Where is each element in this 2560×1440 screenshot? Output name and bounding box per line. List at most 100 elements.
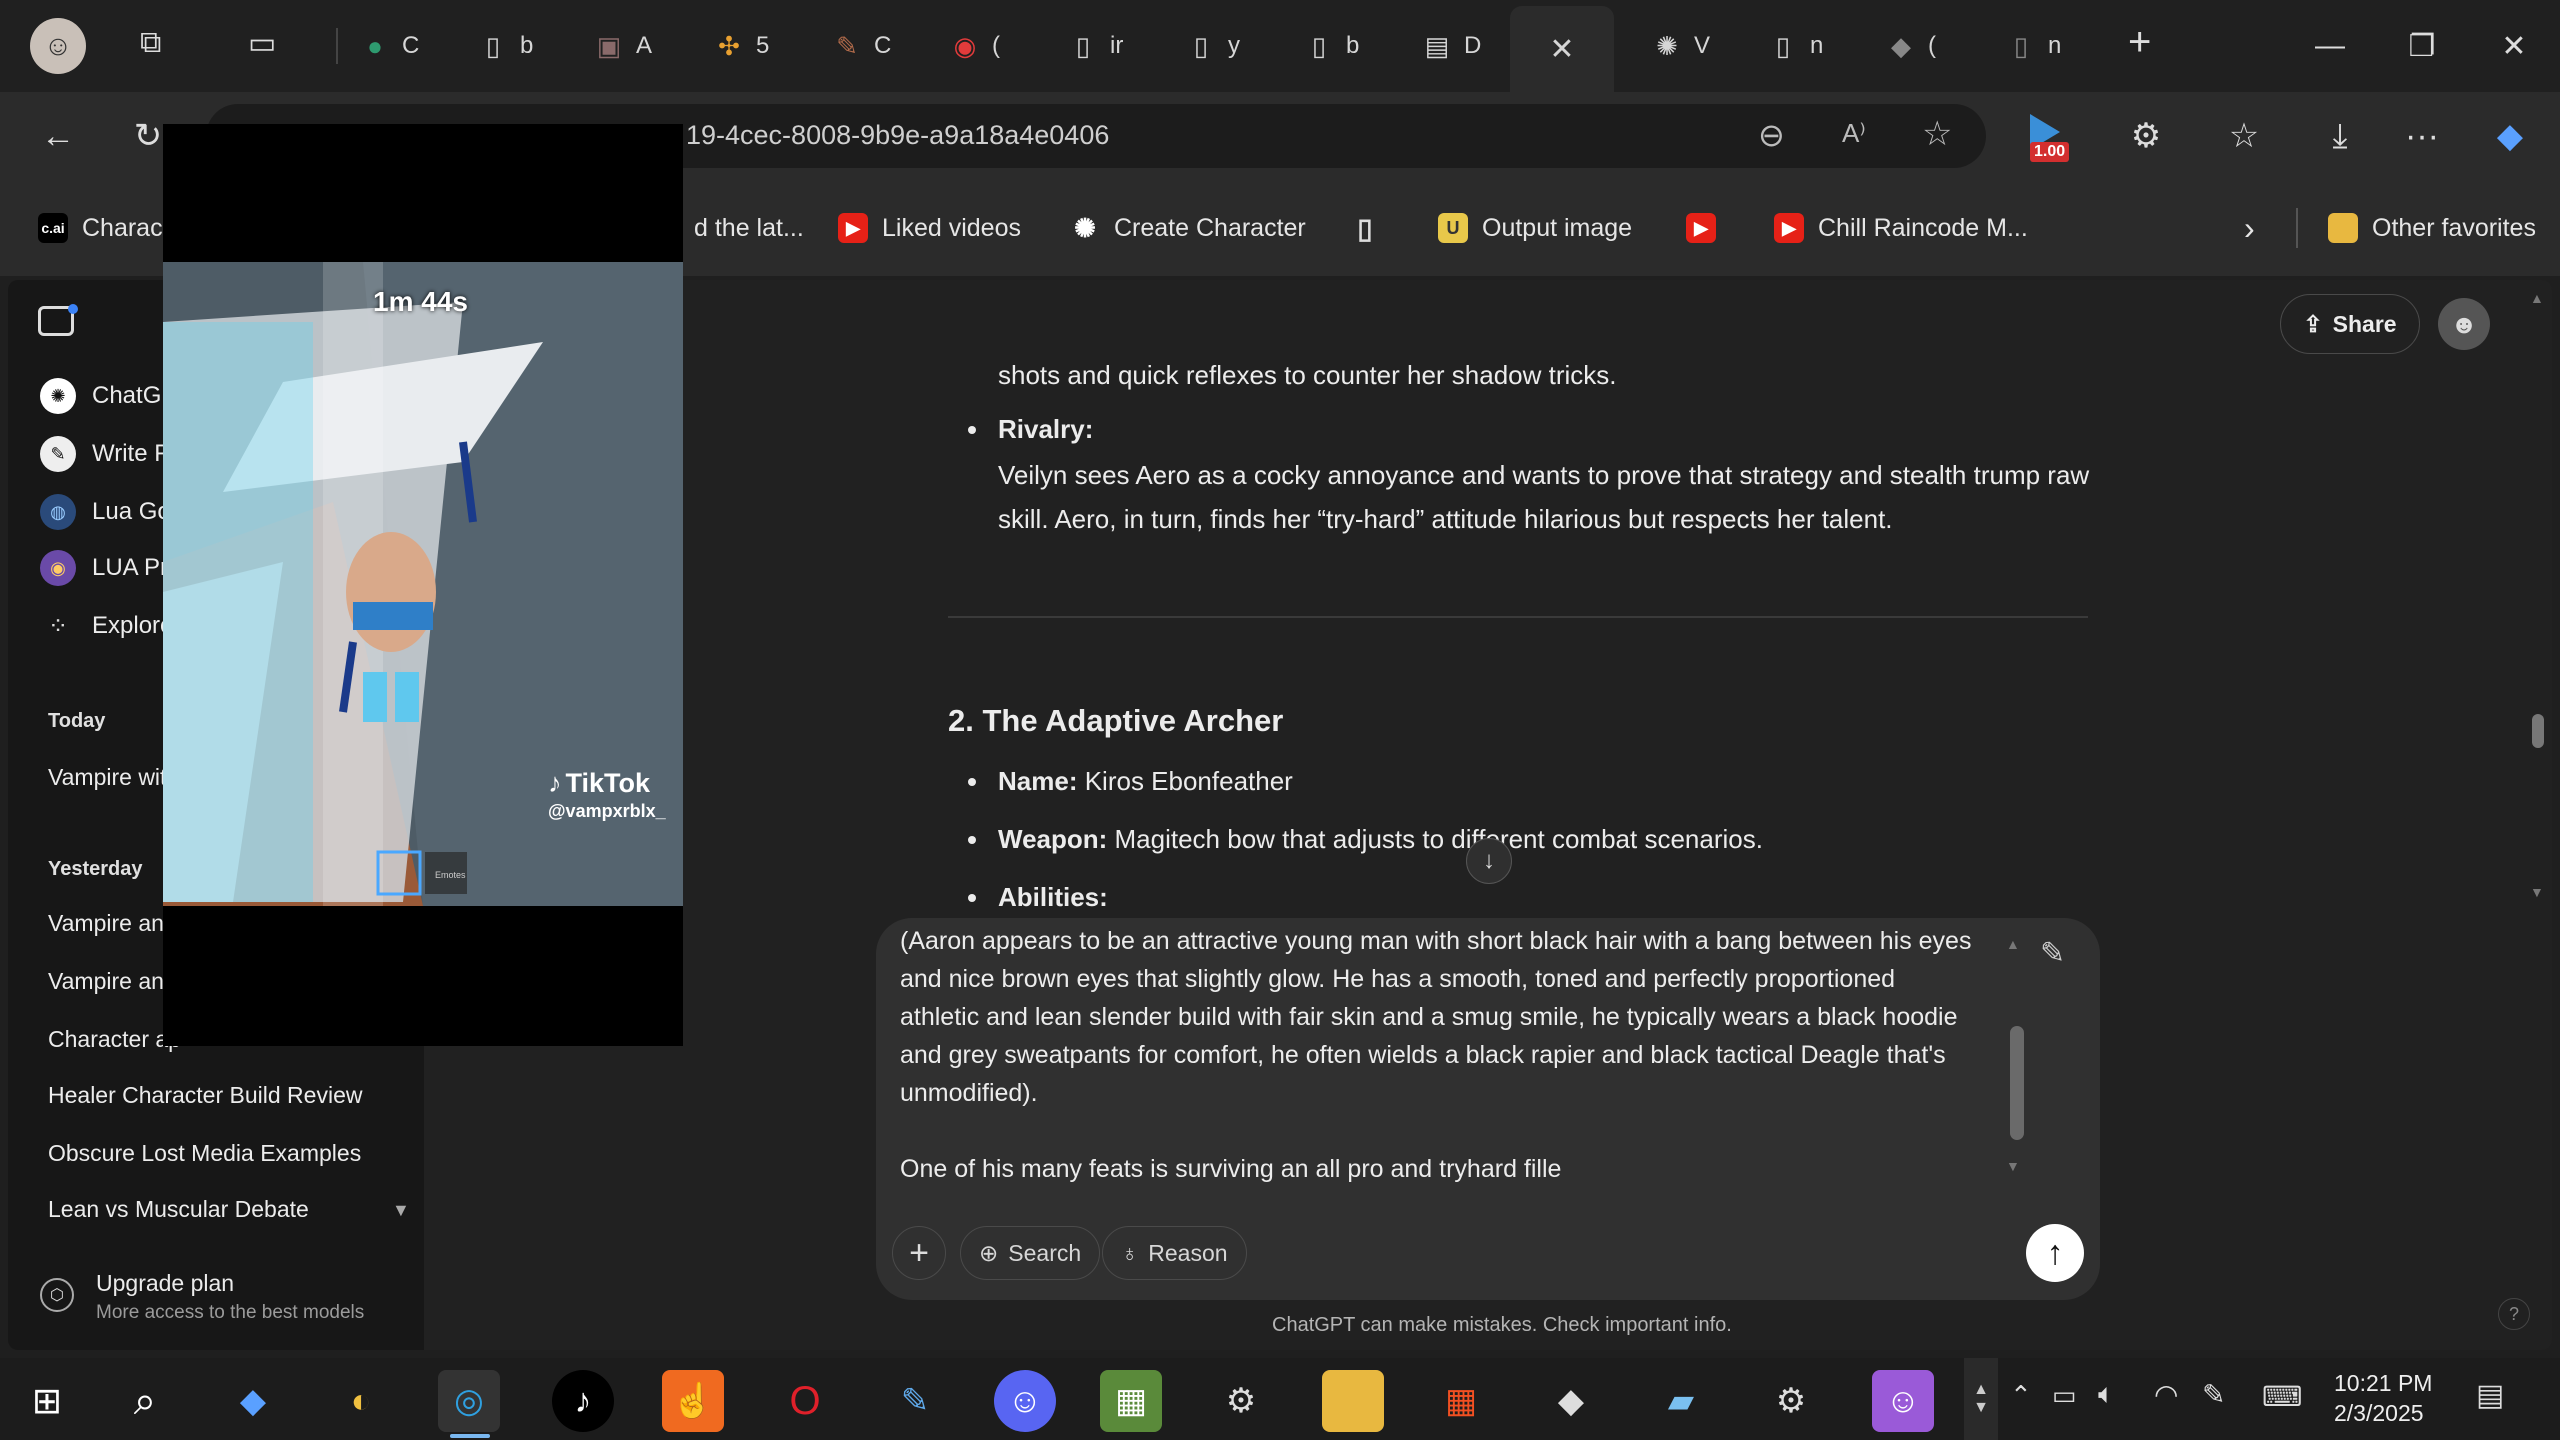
- help-button[interactable]: ?: [2498, 1298, 2530, 1330]
- favorite-star-icon[interactable]: ☆: [1922, 114, 1952, 154]
- browser-tab[interactable]: ▯ b: [1302, 14, 1360, 78]
- scroll-to-bottom-icon[interactable]: ↓: [1466, 838, 1512, 884]
- browser-tab[interactable]: ▯ b: [476, 14, 534, 78]
- start-windows-icon[interactable]: ⊞: [16, 1370, 78, 1432]
- bookmark-chill-raincode[interactable]: ▶ Chill Raincode M...: [1774, 206, 2028, 250]
- bookmark-output-image[interactable]: U Output image: [1438, 206, 1632, 250]
- chat-history-item[interactable]: Vampire and: [48, 910, 177, 937]
- browser-tab-active[interactable]: ✕: [1510, 6, 1614, 92]
- file-explorer-icon[interactable]: [1322, 1370, 1384, 1432]
- downloads-icon[interactable]: ⤓: [2310, 106, 2370, 166]
- notifications-icon[interactable]: ▤: [2476, 1378, 2504, 1413]
- bookmark-page[interactable]: ▯: [1350, 206, 1380, 250]
- copilot-icon[interactable]: ◆: [2480, 106, 2540, 166]
- sidebar-item-lua-pro[interactable]: ◉ LUA Pr: [40, 550, 168, 586]
- anime-app-icon[interactable]: ☺: [1872, 1370, 1934, 1432]
- taskbar-overflow[interactable]: ▲ ▼: [1964, 1358, 1998, 1440]
- keyboard-icon[interactable]: ⌨: [2262, 1380, 2302, 1413]
- edge-browser-icon[interactable]: ◎: [438, 1370, 500, 1432]
- user-avatar[interactable]: ☻: [2438, 298, 2490, 350]
- chat-history-item[interactable]: Character ap: [48, 1026, 181, 1053]
- clock[interactable]: 10:21 PM 2/3/2025: [2334, 1368, 2432, 1428]
- back-icon[interactable]: ←: [28, 106, 88, 166]
- scroll-up-icon[interactable]: ▲: [2530, 290, 2544, 306]
- browser-tab[interactable]: ✣ 5: [712, 14, 769, 78]
- bookmarks-overflow-icon[interactable]: ›: [2244, 206, 2255, 250]
- copilot-taskbar-icon[interactable]: ◆: [222, 1370, 284, 1432]
- read-aloud-icon[interactable]: A⁾: [1842, 118, 1866, 149]
- profile-avatar[interactable]: ☺: [30, 18, 86, 74]
- scrollbar-thumb[interactable]: [2532, 714, 2544, 748]
- attach-plus-button[interactable]: +: [892, 1226, 946, 1280]
- zoom-out-icon[interactable]: ⊖: [1758, 116, 1785, 154]
- share-button[interactable]: ⇪ Share: [2280, 294, 2420, 354]
- send-button[interactable]: ↑: [2026, 1224, 2084, 1282]
- browser-tab[interactable]: ◉(: [948, 14, 1000, 78]
- chat-scrollbar[interactable]: ▲ ▼: [2528, 290, 2548, 910]
- sidebar-item-write[interactable]: ✎ Write F: [40, 436, 169, 472]
- opera-browser-icon[interactable]: O: [774, 1370, 836, 1432]
- chat-history-item[interactable]: Healer Character Build Review: [48, 1082, 362, 1109]
- composer-scroll-down-icon[interactable]: ▼: [2006, 1158, 2020, 1174]
- chat-history-item[interactable]: Obscure Lost Media Examples: [48, 1140, 361, 1167]
- bookmark-youtube[interactable]: ▶: [1686, 206, 1716, 250]
- chat-history-item[interactable]: Vampire and: [48, 968, 177, 995]
- microsoft-store-icon[interactable]: ▦: [1430, 1370, 1492, 1432]
- vertical-tabs-icon[interactable]: ▭: [248, 26, 288, 66]
- discord-icon[interactable]: ☺: [994, 1370, 1056, 1432]
- bookmark-liked-videos[interactable]: ▶ Liked videos: [838, 206, 1021, 250]
- close-tab-icon[interactable]: ✕: [1549, 32, 1574, 67]
- pen-icon[interactable]: ✎: [2202, 1378, 2225, 1411]
- scroll-down-icon[interactable]: ▼: [2530, 884, 2544, 900]
- chat-history-item[interactable]: Vampire with: [48, 764, 179, 791]
- tiktok-app-icon[interactable]: ♪: [552, 1370, 614, 1432]
- browser-tab[interactable]: ▯ ir: [1066, 14, 1123, 78]
- workspaces-icon[interactable]: ⧉: [140, 26, 180, 66]
- volume-icon[interactable]: 🔈︎: [2098, 1378, 2115, 1411]
- chevron-down-icon[interactable]: ▼: [392, 1200, 410, 1221]
- minimize-icon[interactable]: —: [2300, 18, 2360, 74]
- close-window-icon[interactable]: ✕: [2484, 18, 2544, 74]
- favorites-icon[interactable]: ☆: [2214, 106, 2274, 166]
- tray-chevron-icon[interactable]: ⌃: [2010, 1380, 2032, 1411]
- sidebar-item-explore[interactable]: ⁘ Explore: [40, 608, 173, 644]
- bookmark-character-ai[interactable]: c.ai Charact: [38, 206, 170, 250]
- bookmark-create-character[interactable]: ✺ Create Character: [1070, 206, 1306, 250]
- bookmark-latest[interactable]: d the lat...: [694, 206, 804, 250]
- extensions-puzzle-icon[interactable]: ⚙: [2116, 106, 2176, 166]
- reason-button[interactable]: ♁ Reason: [1102, 1226, 1247, 1280]
- steam-icon[interactable]: ⚙: [1210, 1370, 1272, 1432]
- search-button[interactable]: ⊕ Search: [960, 1226, 1101, 1280]
- more-menu-icon[interactable]: ···: [2392, 106, 2452, 166]
- browser-tab[interactable]: ◆(: [1884, 14, 1936, 78]
- extension-icon[interactable]: 1.00: [2030, 114, 2074, 162]
- composer-scroll-up-icon[interactable]: ▲: [2006, 936, 2020, 952]
- wifi-icon[interactable]: ◠: [2154, 1378, 2178, 1411]
- roblox-studio-icon[interactable]: ▰: [1650, 1370, 1712, 1432]
- composer-scrollbar-thumb[interactable]: [2010, 1026, 2024, 1140]
- restore-icon[interactable]: ❐: [2392, 18, 2452, 74]
- upgrade-plan-button[interactable]: ⬡ Upgrade plan More access to the best m…: [40, 1266, 410, 1330]
- browser-tab[interactable]: ▯ n: [1766, 14, 1824, 78]
- browser-tab[interactable]: ▣ A: [592, 14, 652, 78]
- tiktok-video[interactable]: 1m 44s ♪ TikTok @vampxrblx_ Emotes: [163, 262, 683, 906]
- paint-app-icon[interactable]: ✎: [884, 1370, 946, 1432]
- browser-tab[interactable]: ▯ n: [2004, 14, 2062, 78]
- sidebar-item-lua-go[interactable]: ◍ Lua Go: [40, 494, 171, 530]
- browser-tab[interactable]: ● C: [358, 14, 419, 78]
- sphere-app-icon[interactable]: ◐: [330, 1370, 392, 1432]
- composer-text[interactable]: (Aaron appears to be an attractive young…: [900, 922, 2000, 1188]
- hand-app-icon[interactable]: ☝: [662, 1370, 724, 1432]
- roblox-taskbar-icon[interactable]: ◆: [1540, 1370, 1602, 1432]
- chat-history-item[interactable]: Lean vs Muscular Debate: [48, 1196, 309, 1223]
- settings-gear-icon[interactable]: ⚙: [1760, 1370, 1822, 1432]
- browser-tab[interactable]: ▤ D: [1420, 14, 1482, 78]
- sidebar-item-chatgpt[interactable]: ✺ ChatGP: [40, 378, 177, 414]
- browser-tab[interactable]: ✎ C: [830, 14, 891, 78]
- browser-tab[interactable]: ▯ y: [1184, 14, 1240, 78]
- minecraft-icon[interactable]: ▦: [1100, 1370, 1162, 1432]
- search-icon[interactable]: ⌕: [114, 1370, 176, 1432]
- bookmark-other-favorites[interactable]: Other favorites: [2328, 206, 2536, 250]
- edit-canvas-icon[interactable]: ✎: [2040, 936, 2065, 971]
- new-tab-button[interactable]: +: [2128, 20, 2151, 65]
